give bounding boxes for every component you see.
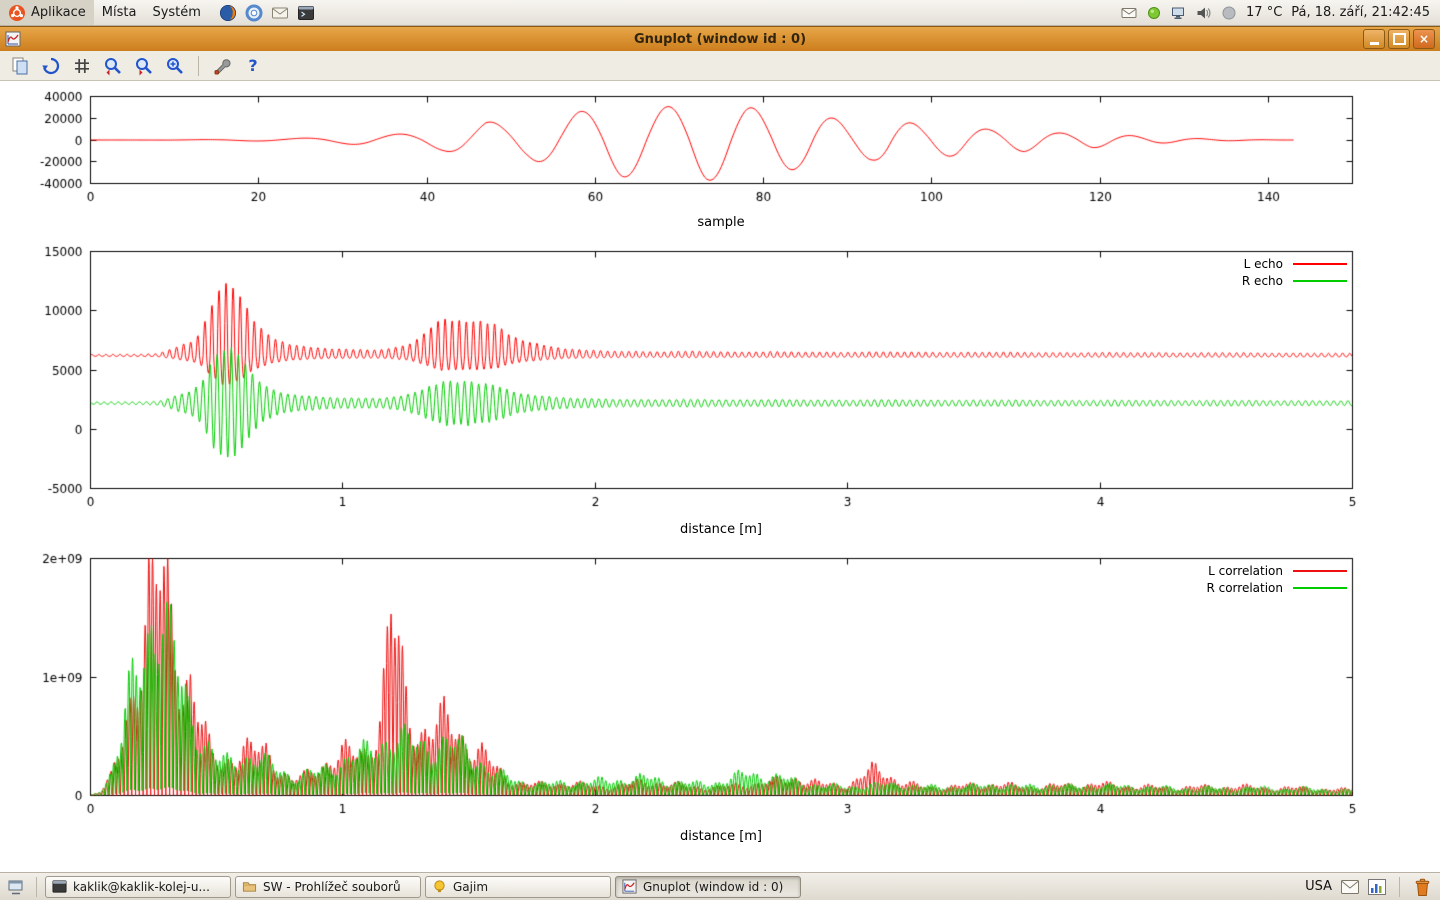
clock[interactable]: Pá, 18. září, 21:42:45 (1291, 5, 1430, 20)
chart3-xlabel: distance [m] (90, 829, 1352, 844)
taskbar-item-terminal[interactable]: kaklik@kaklik-kolej-u... (45, 876, 231, 898)
legend-row: R echo (1242, 274, 1347, 287)
taskbar: kaklik@kaklik-kolej-u... SW - Prohlížeč … (0, 872, 1440, 900)
taskbar-item-label: SW - Prohlížeč souborů (263, 880, 401, 894)
menu-places-label: Místa (102, 5, 137, 20)
legend-line-r-correlation (1293, 587, 1347, 589)
gnuplot-plot-area: sample L echo R echo distance [m] L corr… (0, 81, 1440, 872)
close-icon: × (1419, 33, 1429, 45)
file-manager-icon (242, 879, 257, 894)
gnuplot-toolbar: ? (0, 51, 1440, 81)
firefox-launcher-icon[interactable] (219, 4, 237, 22)
volume-icon[interactable] (1196, 5, 1212, 21)
terminal-launcher-icon[interactable] (297, 4, 315, 22)
terminal-window-icon (52, 879, 67, 894)
mail-notification-icon[interactable] (1121, 5, 1137, 21)
window-titlebar[interactable]: Gnuplot (window id : 0) × (0, 26, 1440, 52)
chart2-legend: L echo R echo (1242, 257, 1347, 287)
legend-label-r-correlation: R correlation (1206, 581, 1283, 595)
help-button[interactable]: ? (241, 54, 265, 78)
chart-echo[interactable] (0, 243, 1440, 543)
maximize-icon (1393, 33, 1406, 45)
taskbar-item-label: Gajim (453, 880, 488, 894)
legend-label-l-correlation: L correlation (1208, 564, 1283, 578)
taskbar-item-label: Gnuplot (window id : 0) (643, 880, 783, 894)
taskbar-item-label: kaklik@kaklik-kolej-u... (73, 880, 210, 894)
legend-row: R correlation (1206, 581, 1347, 594)
taskbar-item-gajim[interactable]: Gajim (425, 876, 611, 898)
mail-launcher-icon[interactable] (271, 4, 289, 22)
temperature-label[interactable]: 17 °C (1246, 5, 1282, 20)
menu-applications-label: Aplikace (31, 5, 86, 20)
panel-status-area: 17 °C Pá, 18. září, 21:42:45 (1121, 5, 1440, 21)
replot-icon (41, 56, 61, 76)
zoom-next-icon (134, 56, 154, 76)
chart3-legend: L correlation R correlation (1206, 564, 1347, 594)
menu-system[interactable]: Systém (144, 0, 208, 25)
replot-button[interactable] (39, 54, 63, 78)
taskbar-item-file-browser[interactable]: SW - Prohlížeč souborů (235, 876, 421, 898)
trash-icon[interactable] (1413, 877, 1432, 897)
tray-separator (1399, 877, 1400, 897)
ubuntu-logo-icon (8, 4, 26, 22)
grid-icon (72, 56, 92, 76)
minimize-button[interactable] (1363, 29, 1385, 49)
gnuplot-window-icon (5, 31, 21, 47)
mail-tray-icon[interactable] (1341, 880, 1359, 894)
chart1-xlabel: sample (90, 215, 1352, 230)
legend-row: L correlation (1206, 564, 1347, 577)
panel-launchers (219, 4, 315, 22)
close-button[interactable]: × (1413, 29, 1435, 49)
taskbar-separator (36, 877, 37, 897)
taskbar-item-gnuplot[interactable]: Gnuplot (window id : 0) (615, 876, 801, 898)
legend-line-l-echo (1293, 263, 1347, 265)
maximize-button[interactable] (1388, 29, 1410, 49)
help-launcher-icon[interactable] (245, 4, 263, 22)
copy-icon (10, 56, 30, 76)
zoom-previous-button[interactable] (101, 54, 125, 78)
gajim-icon (432, 879, 447, 894)
legend-line-r-echo (1293, 280, 1347, 282)
show-desktop-button[interactable] (4, 878, 28, 896)
legend-line-l-correlation (1293, 570, 1347, 572)
gnuplot-icon (622, 879, 637, 894)
network-icon[interactable] (1171, 5, 1187, 21)
chart-correlation[interactable] (0, 550, 1440, 850)
legend-label-l-echo: L echo (1244, 257, 1283, 271)
keyboard-layout-indicator[interactable]: USA (1305, 879, 1332, 894)
window-title: Gnuplot (window id : 0) (0, 32, 1440, 47)
menu-applications[interactable]: Aplikace (0, 0, 94, 25)
legend-label-r-echo: R echo (1242, 274, 1283, 288)
legend-row: L echo (1242, 257, 1347, 270)
zoom-previous-icon (103, 56, 123, 76)
system-monitor-tray-icon[interactable] (1368, 879, 1386, 895)
zoom-next-button[interactable] (132, 54, 156, 78)
menu-places[interactable]: Místa (94, 0, 145, 25)
taskbar-tray: USA (1305, 877, 1436, 897)
top-panel: Aplikace Místa Systém (0, 0, 1440, 26)
autoscale-icon (165, 56, 185, 76)
toggle-grid-button[interactable] (70, 54, 94, 78)
weather-icon[interactable] (1221, 5, 1237, 21)
configure-button[interactable] (210, 54, 234, 78)
wrench-icon (212, 56, 232, 76)
minimize-icon (1370, 42, 1379, 45)
menu-system-label: Systém (152, 5, 200, 20)
autoscale-button[interactable] (163, 54, 187, 78)
window-controls: × (1363, 29, 1440, 49)
copy-to-clipboard-button[interactable] (8, 54, 32, 78)
gajim-tray-icon[interactable] (1146, 5, 1162, 21)
toolbar-separator (198, 56, 199, 76)
chart2-xlabel: distance [m] (90, 522, 1352, 537)
help-icon: ? (248, 56, 257, 75)
